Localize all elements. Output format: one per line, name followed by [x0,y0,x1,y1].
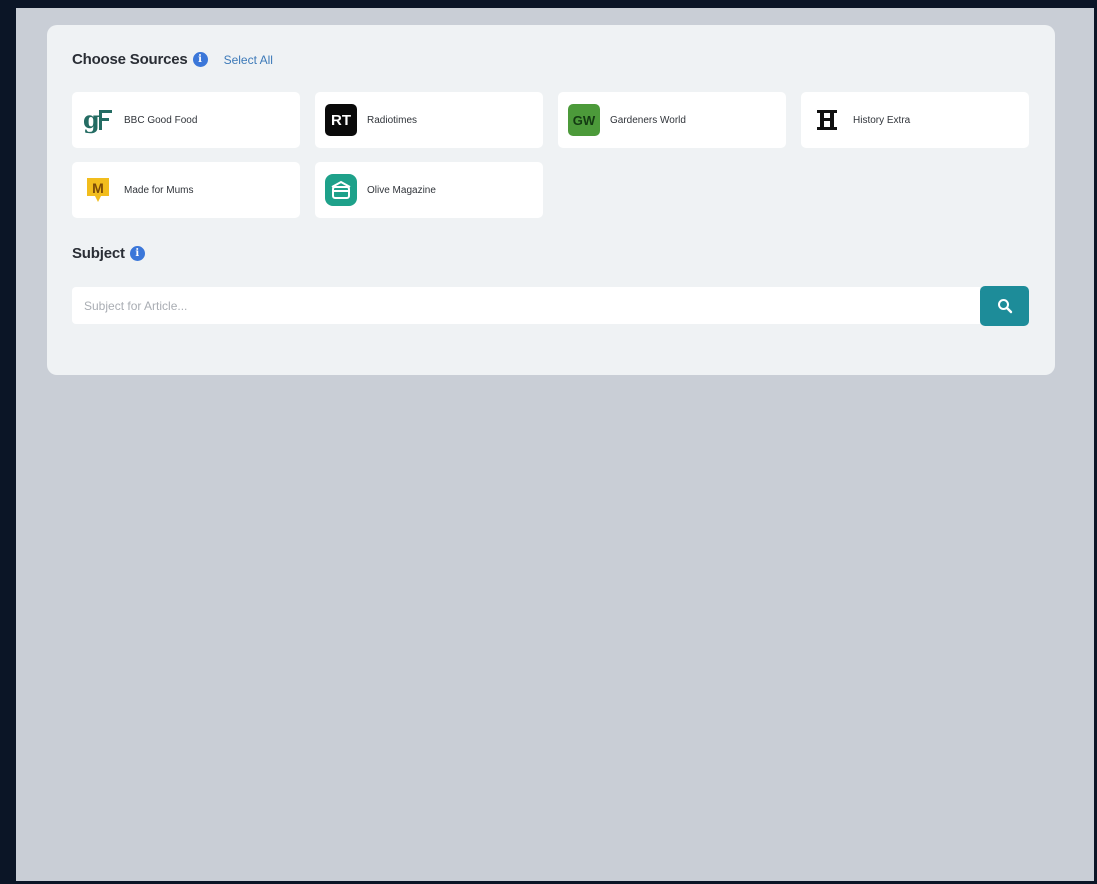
source-label: Made for Mums [124,184,194,196]
search-icon [997,299,1012,314]
source-label: Radiotimes [367,114,418,126]
info-icon[interactable]: i [129,246,145,261]
subject-title: Subject [72,245,125,262]
source-label: Gardeners World [610,114,686,126]
svg-text:g: g [83,105,100,134]
history-extra-logo [811,104,843,136]
subject-input[interactable] [72,287,980,324]
source-card-gardeners-world[interactable]: GW Gardeners World [558,92,786,148]
source-label: Olive Magazine [367,184,436,196]
select-all-link[interactable]: Select All [224,53,273,67]
search-button[interactable] [980,286,1029,326]
sources-header: Choose Sources i Select All [72,51,273,68]
source-label: BBC Good Food [124,114,198,126]
app-background: Choose Sources i Select All g BBC Good F… [16,8,1094,881]
subject-header: Subject i [72,245,145,262]
svg-text:M: M [92,180,104,196]
source-card-made-for-mums[interactable]: M Made for Mums [72,162,300,218]
source-card-olive-magazine[interactable]: Olive Magazine [315,162,543,218]
info-icon[interactable]: i [192,52,208,67]
sources-grid: g BBC Good Food RT Radiotimes GW Gardene… [72,92,1029,218]
source-card-radiotimes[interactable]: RT Radiotimes [315,92,543,148]
radiotimes-logo: RT [325,104,357,136]
subject-search-row [72,286,1029,326]
source-card-bbc-good-food[interactable]: g BBC Good Food [72,92,300,148]
sources-title: Choose Sources [72,51,188,68]
made-for-mums-logo: M [82,174,114,206]
bbc-good-food-logo: g [82,104,114,136]
gardeners-world-logo: GW [568,104,600,136]
source-card-history-extra[interactable]: History Extra [801,92,1029,148]
source-panel: Choose Sources i Select All g BBC Good F… [47,25,1055,375]
source-label: History Extra [853,114,911,126]
olive-magazine-logo [325,174,357,206]
